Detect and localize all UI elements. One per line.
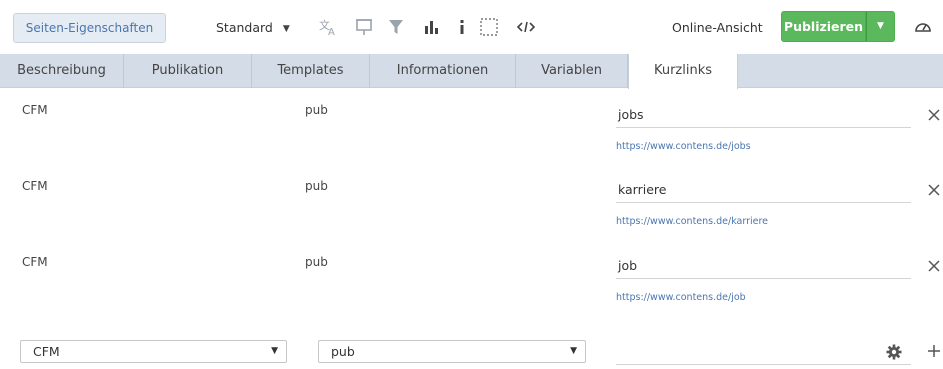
publication-select-value: pub (331, 344, 355, 359)
shortlink-url[interactable]: https://www.contens.de/karriere (616, 216, 768, 227)
code-icon[interactable] (515, 15, 537, 39)
translate-icon[interactable]: 文A (318, 15, 340, 39)
filter-icon[interactable] (385, 15, 407, 39)
tab-kurzlinks[interactable]: Kurzlinks (628, 54, 738, 89)
view-select-value: Standard (216, 20, 273, 35)
presentation-icon[interactable] (353, 15, 375, 39)
project-select-value: CFM (33, 344, 60, 359)
alias-field[interactable]: jobs (616, 104, 911, 128)
tab-publikation[interactable]: Publikation (124, 54, 252, 88)
chevron-down-icon: ▼ (570, 346, 577, 356)
shortlink-url[interactable]: https://www.contens.de/jobs (616, 141, 751, 152)
alias-field[interactable]: job (616, 255, 911, 279)
new-alias-input[interactable] (616, 341, 911, 365)
row-project: CFM (22, 179, 48, 193)
chevron-down-icon: ▼ (282, 24, 290, 34)
view-select[interactable]: Standard ▼ (216, 13, 290, 43)
close-icon[interactable] (925, 106, 943, 124)
selection-icon[interactable] (478, 15, 500, 39)
publication-select[interactable]: pub ▼ (318, 340, 586, 363)
project-select[interactable]: CFM ▼ (20, 340, 287, 363)
row-project: CFM (22, 103, 48, 117)
close-icon[interactable] (925, 257, 943, 275)
row-project: CFM (22, 255, 48, 269)
shortlink-url[interactable]: https://www.contens.de/job (616, 292, 746, 303)
tab-beschreibung[interactable]: Beschreibung (0, 54, 124, 88)
info-icon[interactable] (451, 15, 473, 39)
page-properties-button[interactable]: Seiten-Eigenschaften (13, 13, 166, 43)
row-publication: pub (305, 103, 328, 117)
tab-informationen[interactable]: Informationen (370, 54, 516, 88)
toolbar: Seiten-Eigenschaften Standard ▼ 文A Online… (0, 0, 943, 54)
row-publication: pub (305, 255, 328, 269)
close-icon[interactable] (925, 181, 943, 199)
caret-down-icon: ▼ (877, 21, 884, 31)
row-publication: pub (305, 179, 328, 193)
bar-chart-icon[interactable] (420, 15, 442, 39)
tab-templates[interactable]: Templates (252, 54, 370, 88)
tab-bar: Beschreibung Publikation Templates Infor… (0, 54, 943, 89)
publish-button[interactable]: Publizieren (781, 11, 866, 42)
chevron-down-icon: ▼ (271, 346, 278, 356)
add-icon[interactable] (924, 341, 943, 361)
alias-field[interactable]: karriere (616, 179, 911, 203)
speedometer-icon[interactable] (912, 15, 934, 39)
publish-dropdown-button[interactable]: ▼ (866, 11, 895, 42)
svg-text:A: A (328, 27, 335, 36)
online-view-link[interactable]: Online-Ansicht (672, 13, 763, 43)
gear-icon[interactable] (884, 342, 904, 362)
tab-variablen[interactable]: Variablen (516, 54, 628, 88)
